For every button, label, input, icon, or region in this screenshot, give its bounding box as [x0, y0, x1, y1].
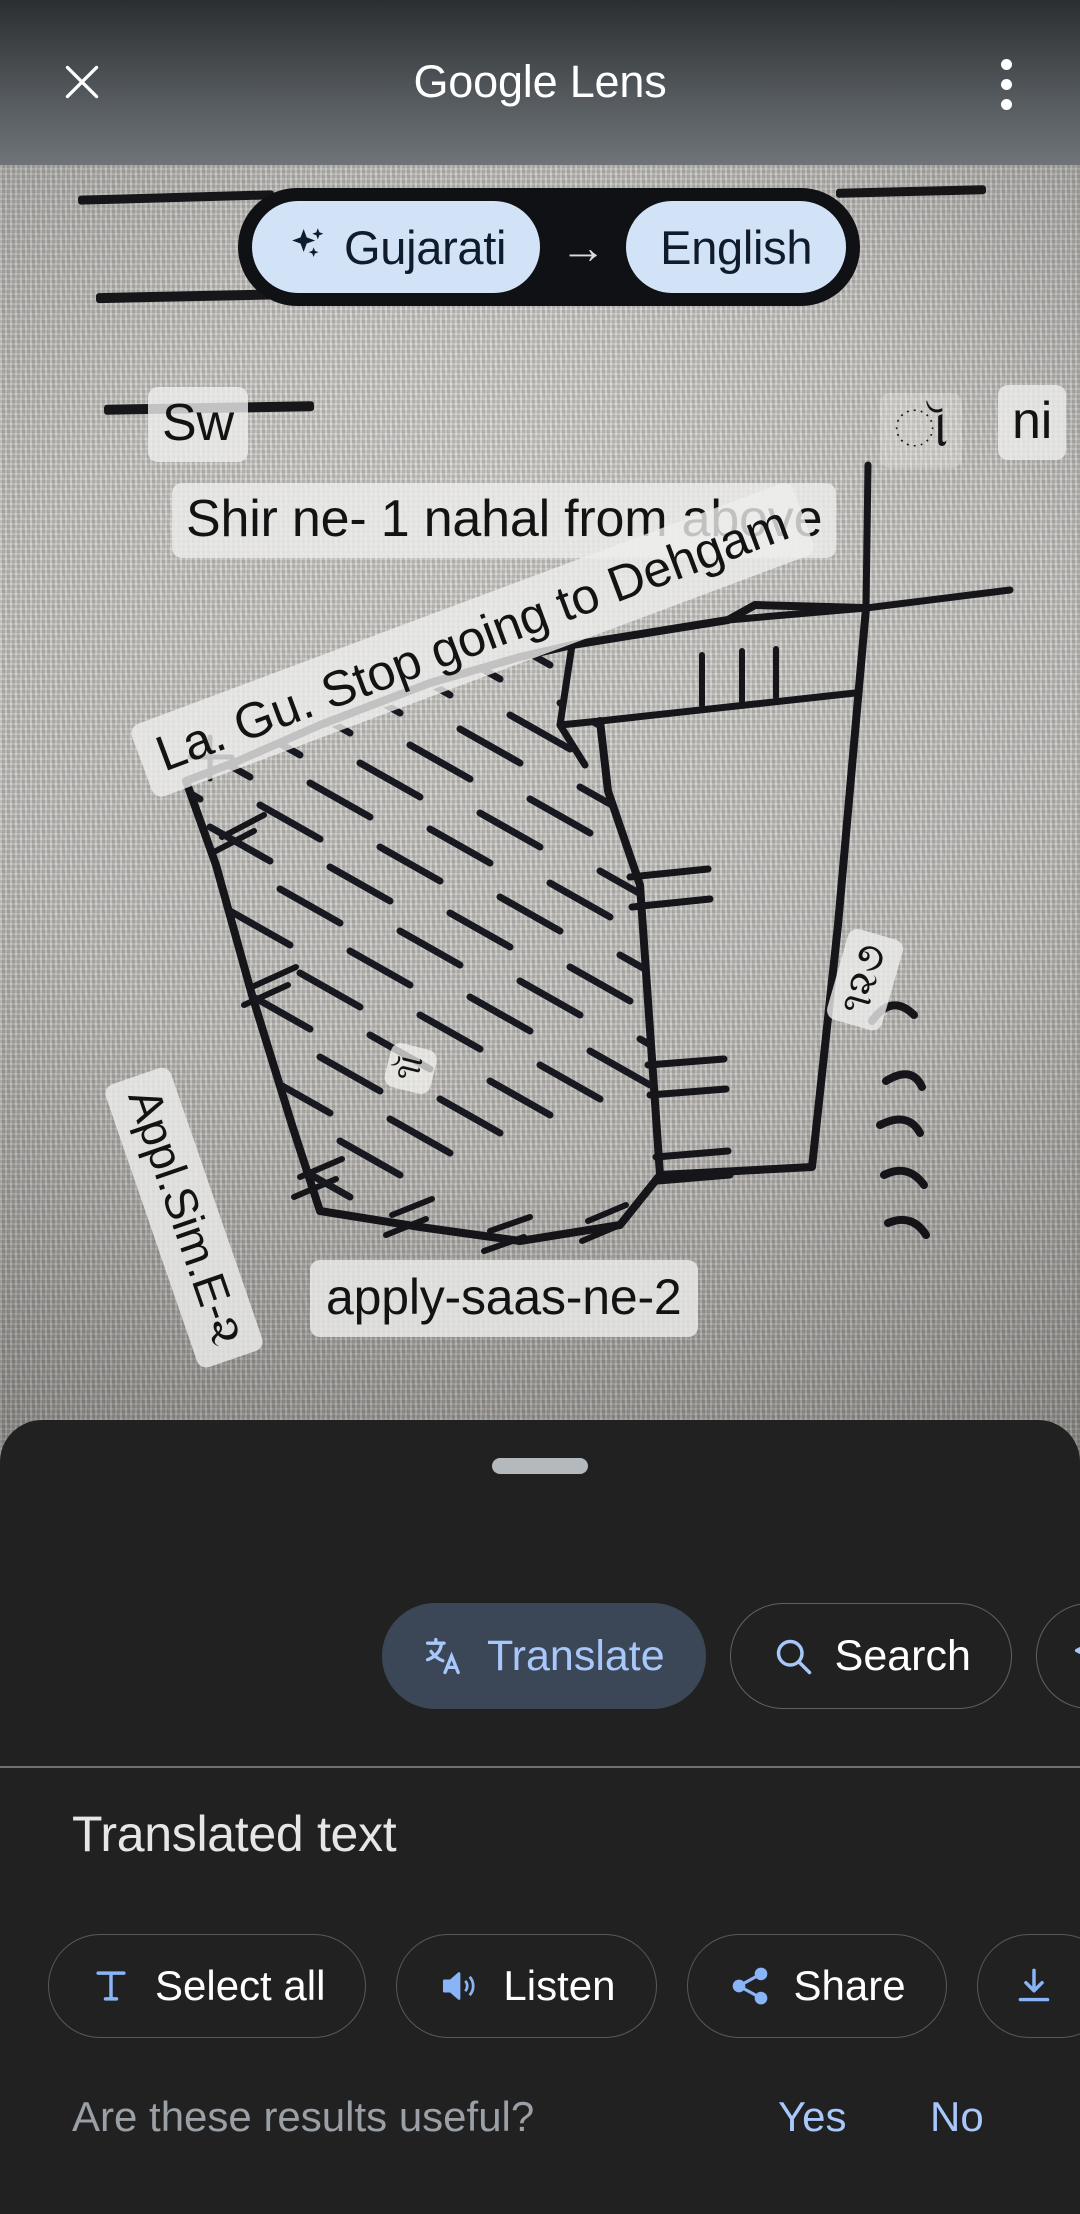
select-all-button[interactable]: Select all: [48, 1934, 367, 2038]
mode-chip-translate[interactable]: Translate: [382, 1603, 706, 1709]
translate-icon: [425, 1637, 460, 1675]
lens-translate-screen: Sw ૉ ni Shir ne- 1 nahal from above La. …: [0, 0, 1080, 2214]
overlay-text-fragment-left[interactable]: Sw: [148, 387, 248, 463]
search-icon: [776, 1639, 811, 1675]
app-bar: Google Lens: [0, 0, 1080, 165]
share-icon: [732, 1967, 767, 2005]
sparkle-auto-detect-icon: [286, 224, 332, 270]
mode-chip-row: Translate Search: [0, 1592, 1080, 1720]
speaker-icon: [443, 1972, 475, 2000]
app-product: Lens: [557, 56, 667, 107]
target-language-label: English: [660, 220, 813, 274]
camera-photo-viewport[interactable]: Sw ૉ ni Shir ne- 1 nahal from above La. …: [0, 165, 1080, 1465]
language-selector-bar: Gujarati → English: [238, 188, 861, 306]
bottom-sheet-drag-handle[interactable]: [492, 1458, 588, 1474]
overlay-text-fragment-gu[interactable]: ૉ: [880, 393, 963, 469]
download-icon: [1018, 1968, 1049, 2002]
results-bottom-sheet: Translate Search Translated text Select …: [0, 1420, 1080, 2214]
overlay-text-fragment-right[interactable]: ni: [998, 385, 1067, 461]
download-button[interactable]: [976, 1934, 1080, 2038]
more-vert-icon-dot: [1000, 78, 1012, 90]
action-chip-row: Select all Listen Share: [48, 1928, 1080, 2044]
language-arrow-icon: →: [560, 221, 607, 273]
select-text-icon: [96, 1971, 126, 2001]
mode-chip-label: Search: [834, 1631, 971, 1680]
listen-button[interactable]: Listen: [396, 1934, 657, 2038]
homework-graduation-cap-icon: [1074, 1646, 1080, 1655]
app-brand: Google: [413, 56, 558, 107]
mode-chip-homework[interactable]: [1035, 1603, 1080, 1709]
source-language-pill[interactable]: Gujarati: [252, 201, 541, 293]
feedback-no-button[interactable]: No: [930, 2093, 984, 2141]
action-chip-label: Share: [793, 1962, 906, 2009]
feedback-yes-button[interactable]: Yes: [778, 2093, 847, 2141]
feedback-row: Are these results useful? Yes No: [0, 2085, 1080, 2175]
target-language-pill[interactable]: English: [626, 201, 847, 293]
feedback-question: Are these results useful?: [72, 2093, 535, 2140]
sheet-divider: [0, 1766, 1080, 1768]
more-vert-icon-dot: [1000, 58, 1012, 70]
mode-chip-search[interactable]: Search: [729, 1603, 1012, 1709]
share-button[interactable]: Share: [686, 1934, 947, 2038]
mode-chip-label: Translate: [487, 1631, 665, 1680]
page-title: Google Lens: [0, 46, 1080, 118]
overlay-text-apply-saas[interactable]: apply-saas-ne-2: [310, 1260, 698, 1337]
action-chip-label: Select all: [155, 1962, 326, 2009]
translated-text-heading: Translated text: [72, 1806, 397, 1862]
action-chip-label: Listen: [503, 1962, 616, 2009]
more-vert-icon-dot: [1000, 98, 1012, 110]
more-options-button[interactable]: [974, 52, 1038, 116]
source-language-label: Gujarati: [344, 220, 507, 274]
